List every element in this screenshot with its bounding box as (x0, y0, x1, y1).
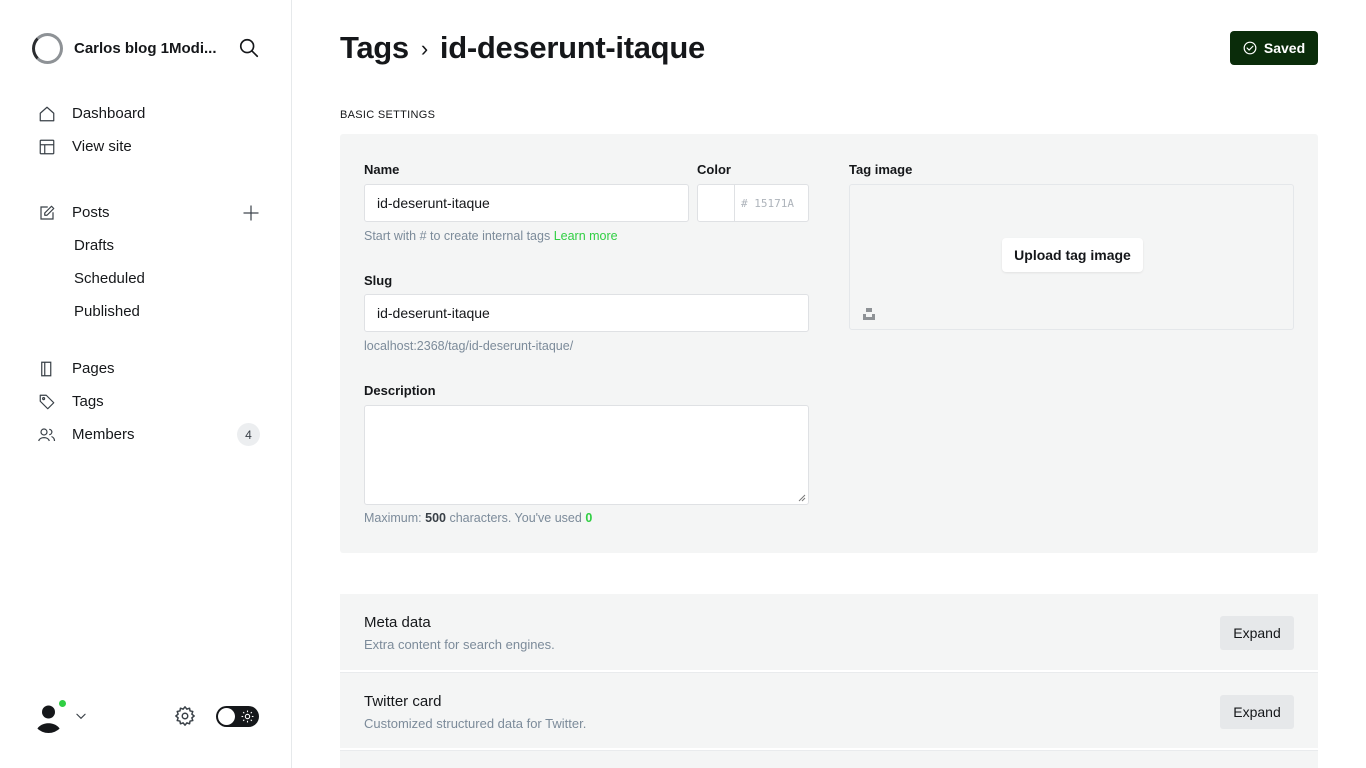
description-hint: Maximum: 500 characters. You've used 0 (364, 511, 592, 525)
edit-icon (38, 204, 56, 222)
check-circle-icon (1243, 41, 1257, 55)
unsplash-icon[interactable] (862, 307, 876, 321)
chevron-down-icon[interactable] (74, 709, 88, 723)
nav-label-tags: Tags (72, 393, 104, 410)
learn-more-link[interactable]: Learn more (554, 229, 618, 243)
twitter-card-desc: Customized structured data for Twitter. (364, 716, 587, 731)
meta-data-card: Meta data Extra content for search engin… (340, 594, 1318, 670)
color-input[interactable]: # 15171A (735, 185, 794, 221)
site-header: Carlos blog 1Modi... (32, 32, 260, 64)
nav-label-drafts: Drafts (74, 237, 115, 254)
nav-primary: Dashboard View site (32, 97, 260, 163)
sidebar-footer (32, 698, 260, 734)
layout-icon (38, 138, 56, 156)
saved-button[interactable]: Saved (1230, 31, 1318, 65)
desc-max: 500 (425, 511, 446, 525)
color-swatch[interactable] (698, 185, 735, 221)
resize-handle-icon[interactable] (798, 494, 806, 502)
site-title[interactable]: Carlos blog 1Modi... (74, 40, 224, 57)
gear-icon[interactable] (174, 705, 196, 727)
tag-icon (38, 393, 56, 411)
sun-icon (241, 710, 254, 723)
description-textarea[interactable] (364, 405, 809, 505)
nav-posts: Posts Drafts Scheduled Published (32, 196, 260, 328)
next-card-partial (340, 750, 1318, 768)
nav-item-view-site[interactable]: View site (32, 130, 260, 163)
toggle-knob (218, 708, 235, 725)
meta-data-title: Meta data (364, 614, 431, 631)
tag-image-dropzone[interactable]: Upload tag image (849, 184, 1294, 330)
nav-label-posts: Posts (72, 204, 110, 221)
members-icon (38, 426, 56, 444)
tag-image-label: Tag image (849, 162, 913, 177)
nav-label-pages: Pages (72, 360, 115, 377)
meta-data-desc: Extra content for search engines. (364, 637, 555, 652)
nav-label-published: Published (74, 303, 140, 320)
color-label: Color (697, 162, 731, 177)
nav-secondary: Pages Tags Members 4 (32, 352, 260, 451)
slug-label: Slug (364, 273, 393, 288)
name-hint-text: Start with # to create internal tags (364, 229, 551, 243)
sidebar: Carlos blog 1Modi... Dashboard View site… (0, 0, 292, 768)
section-label-basic: BASIC SETTINGS (340, 109, 436, 121)
members-count-badge: 4 (237, 423, 260, 446)
breadcrumb-current: id-deserunt-itaque (439, 30, 705, 65)
breadcrumb-separator-icon: › (420, 36, 428, 61)
basic-settings-panel: Name id-deserunt-itaque Start with # to … (340, 134, 1318, 553)
name-label: Name (364, 162, 400, 177)
desc-hint-middle: characters. You've used (449, 511, 582, 525)
saved-label: Saved (1263, 40, 1306, 56)
description-label: Description (364, 383, 436, 398)
nav-label-scheduled: Scheduled (74, 270, 145, 287)
twitter-card-expand-button[interactable]: Expand (1220, 695, 1294, 729)
upload-tag-image-button[interactable]: Upload tag image (1002, 238, 1143, 272)
online-indicator (57, 698, 68, 709)
nav-item-published[interactable]: Published (32, 295, 260, 328)
nav-item-posts[interactable]: Posts (32, 196, 260, 229)
plus-icon[interactable] (242, 204, 260, 222)
theme-toggle[interactable] (216, 706, 259, 727)
twitter-card-card: Twitter card Customized structured data … (340, 672, 1318, 748)
nav-item-dashboard[interactable]: Dashboard (32, 97, 260, 130)
name-hint: Start with # to create internal tags Lea… (364, 229, 618, 243)
main-content: Tags › id-deserunt-itaque Saved BASIC SE… (292, 0, 1366, 768)
home-icon (38, 105, 56, 123)
twitter-card-title: Twitter card (364, 693, 442, 710)
name-input[interactable]: id-deserunt-itaque (364, 184, 689, 222)
slug-input[interactable]: id-deserunt-itaque (364, 294, 809, 332)
desc-used: 0 (585, 511, 593, 525)
color-field: # 15171A (697, 184, 809, 222)
search-icon[interactable] (238, 37, 260, 59)
site-logo[interactable] (32, 32, 63, 64)
breadcrumb-tags[interactable]: Tags (340, 30, 409, 66)
nav-label-members: Members (72, 426, 135, 443)
meta-data-expand-button[interactable]: Expand (1220, 616, 1294, 650)
page-title: Tags › id-deserunt-itaque (340, 28, 705, 68)
page-icon (38, 360, 56, 378)
nav-label-dashboard: Dashboard (72, 105, 146, 122)
nav-item-tags[interactable]: Tags (32, 385, 260, 418)
nav-item-members[interactable]: Members 4 (32, 418, 260, 451)
desc-hint-prefix: Maximum: (364, 511, 422, 525)
slug-url: localhost:2368/tag/id-deserunt-itaque/ (364, 339, 574, 353)
nav-label-view-site: View site (72, 138, 132, 155)
nav-item-scheduled[interactable]: Scheduled (32, 262, 260, 295)
nav-item-pages[interactable]: Pages (32, 352, 260, 385)
nav-item-drafts[interactable]: Drafts (32, 229, 260, 262)
